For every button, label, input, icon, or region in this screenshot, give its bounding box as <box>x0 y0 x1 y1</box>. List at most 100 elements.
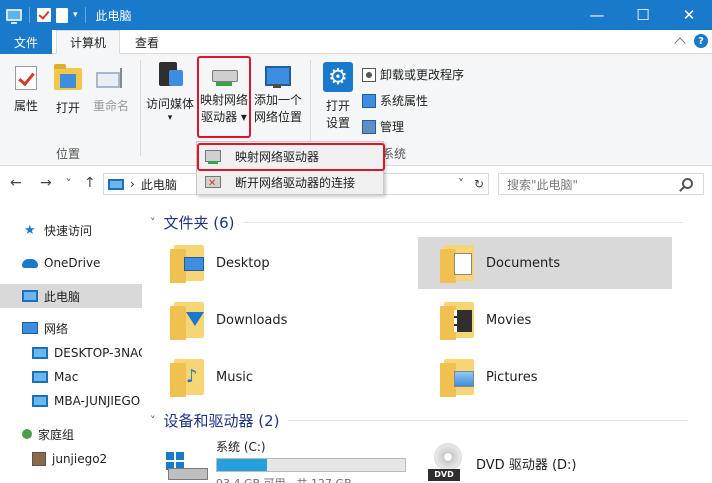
music-note-icon: ♪ <box>186 366 198 387</box>
user-icon <box>32 452 46 466</box>
maximize-button[interactable]: ☐ <box>620 0 666 30</box>
tab-view[interactable]: 查看 <box>122 30 172 54</box>
folder-desktop[interactable]: Desktop <box>148 237 402 289</box>
tab-computer[interactable]: 计算机 <box>56 30 120 55</box>
properties-button[interactable]: 属性 <box>8 66 44 115</box>
back-button[interactable]: ← <box>10 175 22 191</box>
picture-icon <box>454 371 474 387</box>
refresh-button[interactable]: ↻ <box>474 177 484 191</box>
network-location-icon <box>263 62 293 90</box>
tab-file[interactable]: 文件 <box>0 30 52 54</box>
computer-icon <box>22 290 38 302</box>
drive-d[interactable]: DVD DVD 驱动器 (D:) <box>418 440 672 483</box>
recent-locations-button[interactable]: ˅ <box>66 177 72 190</box>
access-media-button[interactable]: 访问媒体 ▾ <box>144 62 196 123</box>
sidebar-item-desktop-3nac[interactable]: DESKTOP-3NAC <box>0 341 142 365</box>
sidebar-item-network[interactable]: 网络 <box>0 316 142 340</box>
group-label-system: 系统 <box>382 147 407 161</box>
quick-access-toolbar: ▾ <box>0 7 88 24</box>
sidebar-item-onedrive[interactable]: OneDrive <box>0 251 142 275</box>
network-icon <box>22 322 38 334</box>
drive-d-name: DVD 驱动器 (D:) <box>476 457 577 473</box>
minimize-button[interactable]: — <box>574 0 620 30</box>
folder-icon <box>440 300 478 340</box>
manage-button[interactable]: 管理 <box>362 118 404 135</box>
computer-icon <box>32 347 48 359</box>
computer-icon <box>6 9 22 24</box>
drive-c-usage-fill <box>217 458 267 471</box>
close-button[interactable]: ✕ <box>666 0 712 30</box>
folder-icon <box>170 243 208 283</box>
drive-c-usage-bar <box>216 457 406 472</box>
disconnect-drive-icon <box>205 176 221 189</box>
computer-icon <box>108 178 124 190</box>
search-input[interactable]: 搜索"此电脑" <box>498 173 704 195</box>
computer-icon <box>32 395 48 407</box>
system-properties-button[interactable]: 系统属性 <box>362 92 428 109</box>
sidebar-item-quick-access[interactable]: ★ 快速访问 <box>0 218 142 242</box>
download-arrow-icon <box>186 312 204 326</box>
search-icon[interactable] <box>682 178 693 189</box>
dvd-badge: DVD <box>428 469 460 481</box>
customize-toolbar-dropdown[interactable]: ▾ <box>73 10 78 20</box>
chevron-down-icon: ˅ <box>150 414 156 427</box>
up-button[interactable]: ↑ <box>84 175 96 191</box>
menu-item-map-network-drive[interactable]: 映射网络驱动器 <box>197 143 385 171</box>
rename-button[interactable]: 重命名 <box>90 66 132 115</box>
windows-drive-icon <box>162 446 210 482</box>
ribbon-tabs: 文件 计算机 查看 ? <box>0 30 712 55</box>
chevron-down-icon: ˅ <box>150 216 156 229</box>
ribbon-divider <box>140 60 141 156</box>
drive-c[interactable]: 系统 (C:) 93.4 GB 可用，共 127 GB <box>148 436 412 483</box>
folder-documents[interactable]: Documents <box>418 237 672 289</box>
uninstall-programs-button[interactable]: 卸载或更改程序 <box>362 66 464 83</box>
new-folder-icon[interactable] <box>56 7 68 23</box>
dvd-drive-icon: DVD <box>424 443 468 483</box>
open-button[interactable]: 打开 <box>50 64 86 117</box>
cloud-icon <box>22 258 38 268</box>
uninstall-icon <box>362 67 376 82</box>
drive-c-free-space: 93.4 GB 可用，共 127 GB <box>216 476 352 483</box>
help-icon[interactable]: ? <box>694 34 708 48</box>
add-network-location-button[interactable]: 添加一个 网络位置 <box>252 62 304 126</box>
sidebar-item-mba-junjiego[interactable]: MBA-JUNJIEGO <box>0 389 142 413</box>
breadcrumb-this-pc[interactable]: 此电脑 <box>141 176 177 193</box>
folders-group-header[interactable]: ˅ 文件夹 (6) <box>150 212 683 233</box>
window-controls: — ☐ ✕ <box>574 0 712 30</box>
navigation-pane: ★ 快速访问 OneDrive 此电脑 网络 DESKTOP-3NAC Mac … <box>0 200 142 483</box>
folder-pictures[interactable]: Pictures <box>418 351 672 403</box>
sidebar-item-homegroup[interactable]: 家庭组 <box>0 422 142 446</box>
properties-icon[interactable] <box>37 8 51 22</box>
group-divider <box>242 222 683 223</box>
folder-movies[interactable]: Movies <box>418 294 672 346</box>
map-drive-dropdown-menu: 映射网络驱动器 断开网络驱动器的连接 <box>196 141 385 195</box>
media-icon <box>157 62 183 92</box>
sidebar-item-junjiego2[interactable]: junjiego2 <box>0 447 142 471</box>
system-properties-icon <box>362 93 376 108</box>
sidebar-item-this-pc[interactable]: 此电脑 <box>0 284 142 308</box>
folder-icon <box>440 357 478 397</box>
computer-icon <box>32 371 48 383</box>
sidebar-item-mac[interactable]: Mac <box>0 365 142 389</box>
address-dropdown-button[interactable]: ˅ <box>458 177 464 191</box>
open-settings-button[interactable]: ⚙ 打开 设置 <box>318 62 358 132</box>
drives-group-header[interactable]: ˅ 设备和驱动器 (2) <box>150 410 688 431</box>
properties-icon <box>15 66 37 90</box>
homegroup-icon <box>22 429 32 439</box>
breadcrumb-separator: › <box>130 177 135 191</box>
minimize-ribbon-icon[interactable] <box>674 37 686 49</box>
folder-music[interactable]: ♪ Music <box>148 351 402 403</box>
group-divider <box>287 420 688 421</box>
forward-button[interactable]: → <box>40 175 52 191</box>
content-area: ˅ 文件夹 (6) Desktop Documents Downloads Mo… <box>148 200 712 483</box>
gear-icon: ⚙ <box>323 62 353 92</box>
title-bar: ▾ 此电脑 — ☐ ✕ <box>0 0 712 30</box>
open-icon <box>54 64 82 90</box>
highlight-map-drive-button <box>197 56 251 138</box>
toolbar-divider <box>84 7 86 23</box>
folder-downloads[interactable]: Downloads <box>148 294 402 346</box>
window-title: 此电脑 <box>95 8 132 23</box>
film-icon <box>454 310 472 332</box>
group-label-location: 位置 <box>56 147 81 161</box>
menu-item-disconnect-network-drive[interactable]: 断开网络驱动器的连接 <box>199 170 381 194</box>
